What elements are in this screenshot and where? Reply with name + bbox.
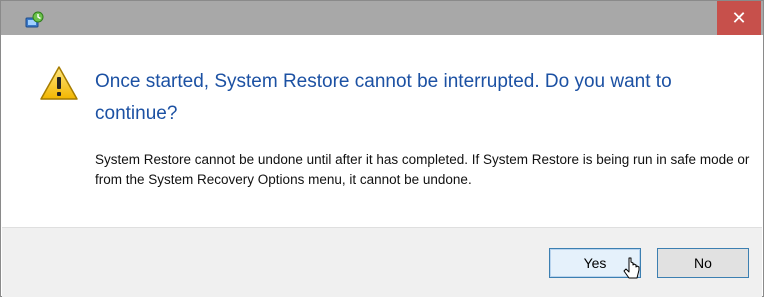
system-restore-icon [25, 11, 45, 29]
dialog-body-text: System Restore cannot be undone until af… [95, 152, 750, 187]
title-bar[interactable]: ✕ [1, 1, 763, 35]
message-area: Once started, System Restore cannot be i… [2, 35, 762, 227]
dialog-heading: Once started, System Restore cannot be i… [95, 71, 672, 124]
warning-icon [39, 65, 79, 101]
close-icon: ✕ [731, 8, 747, 28]
close-button[interactable]: ✕ [717, 1, 761, 35]
no-button[interactable]: No [657, 248, 749, 278]
mouse-cursor-icon [622, 256, 642, 286]
button-bar: Yes No [2, 227, 762, 297]
system-restore-dialog: ✕ Once started, System Restore cannot be… [0, 0, 764, 297]
